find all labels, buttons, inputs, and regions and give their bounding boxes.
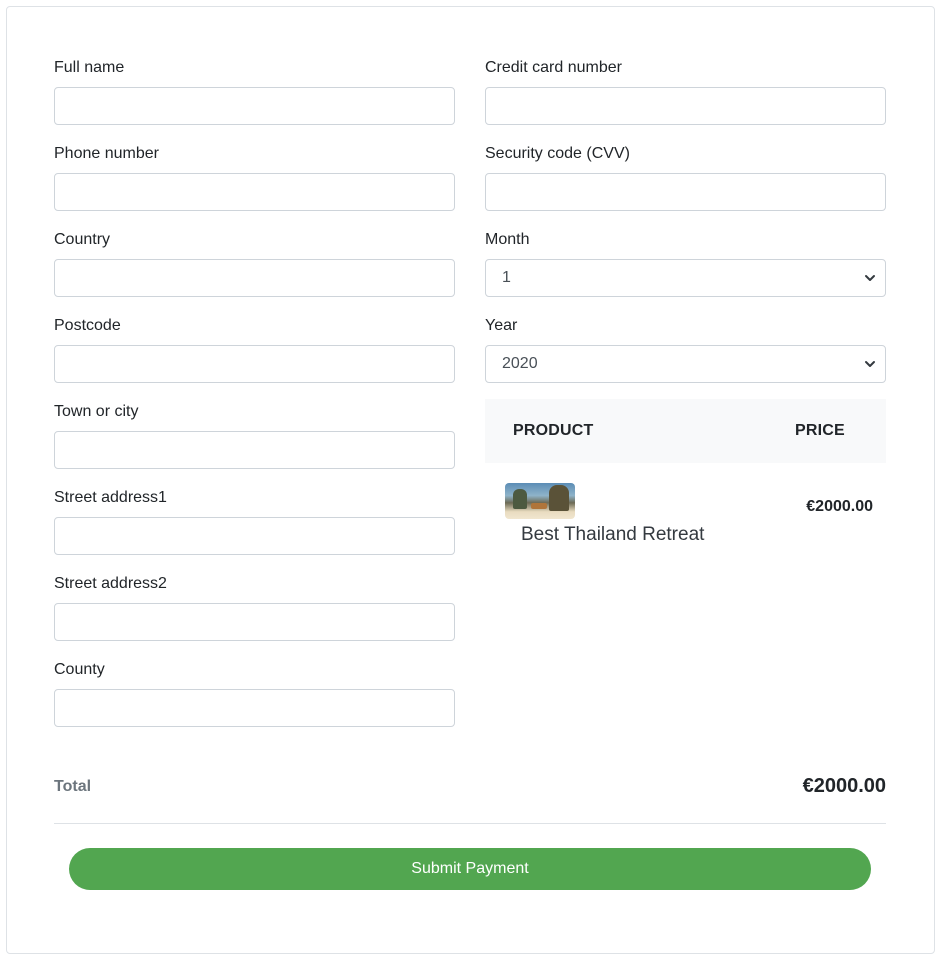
street2-group: Street address2 [54, 572, 455, 658]
year-label: Year [485, 317, 518, 334]
chevron-down-icon [865, 361, 875, 367]
postcode-label: Postcode [54, 317, 121, 334]
month-group: Month 1 [485, 228, 886, 314]
town-input[interactable] [54, 431, 455, 469]
year-group: Year 2020 [485, 314, 886, 400]
postcode-group: Postcode [54, 314, 455, 400]
year-selected-value: 2020 [502, 355, 538, 372]
postcode-input[interactable] [54, 345, 455, 383]
county-group: County [54, 658, 455, 744]
card-number-label: Credit card number [485, 59, 622, 76]
product-name: Best Thailand Retreat [521, 524, 705, 545]
county-label: County [54, 661, 105, 678]
product-column-header: PRODUCT [513, 422, 594, 439]
phone-group: Phone number [54, 142, 455, 228]
cvv-label: Security code (CVV) [485, 145, 630, 162]
order-item-row: Best Thailand Retreat €2000.00 [485, 463, 886, 553]
month-label: Month [485, 231, 530, 248]
submit-payment-button[interactable]: Submit Payment [69, 848, 871, 890]
street1-label: Street address1 [54, 489, 167, 506]
phone-label: Phone number [54, 145, 159, 162]
divider [54, 823, 886, 824]
product-thumbnail [505, 483, 575, 519]
full-name-input[interactable] [54, 87, 455, 125]
order-table-header: PRODUCT PRICE [485, 399, 886, 463]
street1-group: Street address1 [54, 486, 455, 572]
total-label: Total [54, 778, 92, 795]
country-group: Country [54, 228, 455, 314]
card-number-input[interactable] [485, 87, 886, 125]
cvv-group: Security code (CVV) [485, 142, 886, 228]
billing-column: Full name Phone number Country Postcode … [54, 56, 455, 744]
price-column-header: PRICE [795, 422, 845, 439]
town-group: Town or city [54, 400, 455, 486]
total-value: €2000.00 [802, 775, 886, 797]
phone-input[interactable] [54, 173, 455, 211]
month-selected-value: 1 [502, 269, 511, 286]
street2-label: Street address2 [54, 575, 167, 592]
town-label: Town or city [54, 403, 139, 420]
full-name-group: Full name [54, 56, 455, 142]
payment-column: Credit card number Security code (CVV) M… [485, 56, 886, 400]
street1-input[interactable] [54, 517, 455, 555]
order-summary-table: PRODUCT PRICE Best Thailand Retreat €200… [485, 399, 886, 553]
full-name-label: Full name [54, 59, 125, 76]
cvv-input[interactable] [485, 173, 886, 211]
month-select[interactable]: 1 [485, 259, 886, 297]
card-number-group: Credit card number [485, 56, 886, 142]
chevron-down-icon [865, 275, 875, 281]
county-input[interactable] [54, 689, 455, 727]
country-label: Country [54, 231, 111, 248]
year-select[interactable]: 2020 [485, 345, 886, 383]
street2-input[interactable] [54, 603, 455, 641]
country-input[interactable] [54, 259, 455, 297]
product-price: €2000.00 [806, 498, 873, 515]
